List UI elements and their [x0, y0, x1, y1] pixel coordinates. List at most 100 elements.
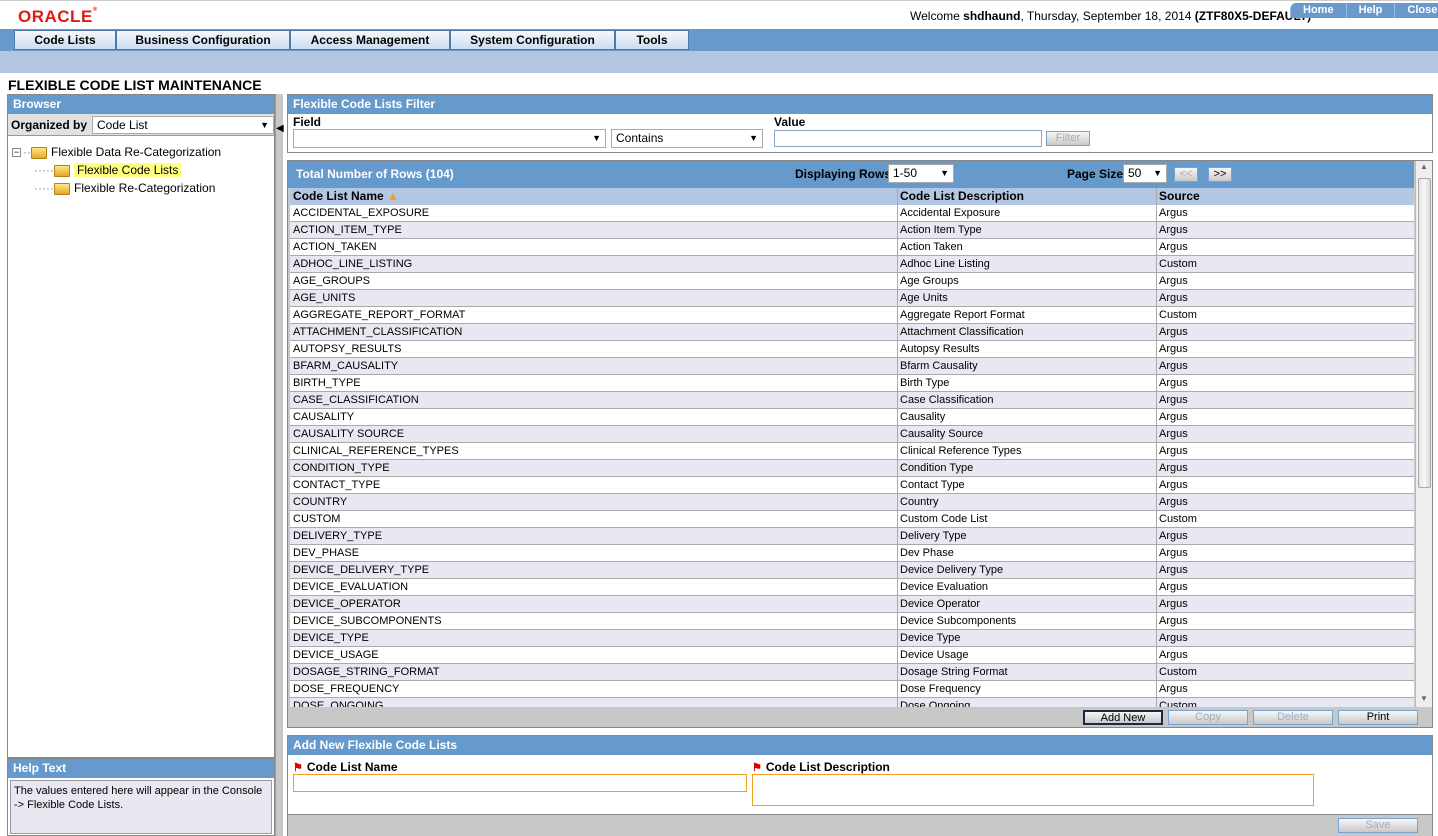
- table-row[interactable]: DOSE_ONGOING Dose Ongoing Custom: [290, 698, 1414, 707]
- code-list-name-cell: BIRTH_TYPE: [293, 377, 361, 389]
- home-link[interactable]: Home: [1290, 3, 1346, 18]
- table-row[interactable]: DOSE_FREQUENCY Dose Frequency Argus: [290, 681, 1414, 698]
- scroll-down-icon[interactable]: ▼: [1420, 694, 1428, 703]
- organized-by-label: Organized by: [11, 118, 88, 132]
- table-row[interactable]: ACCIDENTAL_EXPOSURE Accidental Exposure Ar…: [290, 205, 1414, 222]
- table-row[interactable]: CASE_CLASSIFICATION Case Classification Ar…: [290, 392, 1414, 409]
- copy-button[interactable]: Copy: [1168, 710, 1248, 725]
- table-row[interactable]: BIRTH_TYPE Birth Type Argus: [290, 375, 1414, 392]
- date-text: , Thursday, September 18, 2014: [1020, 9, 1195, 23]
- table-row[interactable]: AGE_UNITS Age Units Argus: [290, 290, 1414, 307]
- table-row[interactable]: AUTOPSY_RESULTS Autopsy Results Argus: [290, 341, 1414, 358]
- scroll-thumb[interactable]: [1418, 178, 1431, 488]
- value-label: Value: [774, 115, 806, 129]
- table-row[interactable]: ACTION_TAKEN Action Taken Argus: [290, 239, 1414, 256]
- tree-item-flexible-code-lists[interactable]: ····· Flexible Code Lists: [34, 163, 182, 177]
- code-list-name-cell: ACTION_ITEM_TYPE: [293, 224, 402, 236]
- code-list-description-cell: Delivery Type: [900, 530, 967, 542]
- menu-code-lists[interactable]: Code Lists: [14, 30, 116, 50]
- table-row[interactable]: DEVICE_SUBCOMPONENTS Device Subcomponents…: [290, 613, 1414, 630]
- table-row[interactable]: CUSTOM Custom Code List Custom: [290, 511, 1414, 528]
- panel-splitter[interactable]: [275, 94, 283, 836]
- print-button[interactable]: Print: [1338, 710, 1418, 725]
- sub-menu-bar: [0, 51, 1438, 73]
- code-list-description-cell: Dose Ongoing: [900, 700, 971, 707]
- required-flag-icon: ⚑: [752, 762, 762, 774]
- table-row[interactable]: DEVICE_DELIVERY_TYPE Device Delivery Type…: [290, 562, 1414, 579]
- table-row[interactable]: DEVICE_USAGE Device Usage Argus: [290, 647, 1414, 664]
- tree-item-label: Flexible Re-Categorization: [73, 181, 216, 195]
- table-row[interactable]: DOSAGE_STRING_FORMAT Dosage String Format…: [290, 664, 1414, 681]
- table-row[interactable]: CONDITION_TYPE Condition Type Argus: [290, 460, 1414, 477]
- table-row[interactable]: DEVICE_OPERATOR Device Operator Argus: [290, 596, 1414, 613]
- table-row[interactable]: ADHOC_LINE_LISTING Adhoc Line Listing Cust…: [290, 256, 1414, 273]
- code-list-description-cell: Action Taken: [900, 241, 963, 253]
- page-size-select[interactable]: 50 ▼: [1123, 164, 1167, 183]
- code-list-description-cell: Dosage String Format: [900, 666, 1008, 678]
- source-cell: Argus: [1159, 411, 1188, 423]
- collapse-left-icon[interactable]: ◀: [276, 123, 284, 134]
- code-list-name-cell: DEVICE_OPERATOR: [293, 598, 401, 610]
- source-cell: Argus: [1159, 377, 1188, 389]
- code-list-name-input[interactable]: [293, 774, 747, 792]
- code-list-name-cell: ADHOC_LINE_LISTING: [293, 258, 413, 270]
- table-row[interactable]: COUNTRY Country Argus: [290, 494, 1414, 511]
- help-link[interactable]: Help: [1345, 3, 1395, 18]
- source-cell: Argus: [1159, 275, 1188, 287]
- table-row[interactable]: DEVICE_EVALUATION Device Evaluation Argus: [290, 579, 1414, 596]
- column-header-source[interactable]: Source: [1159, 189, 1200, 203]
- table-row[interactable]: DEVICE_TYPE Device Type Argus: [290, 630, 1414, 647]
- table-row[interactable]: AGE_GROUPS Age Groups Argus: [290, 273, 1414, 290]
- top-links: Home Help Close: [1290, 3, 1438, 18]
- source-cell: Custom: [1159, 700, 1197, 707]
- source-cell: Argus: [1159, 632, 1188, 644]
- column-header-code-list-name[interactable]: Code List Name ▲: [293, 189, 399, 203]
- collapse-icon[interactable]: −: [12, 148, 21, 158]
- table-row[interactable]: ATTACHMENT_CLASSIFICATION Attachment Clas…: [290, 324, 1414, 341]
- table-row[interactable]: CAUSALITY SOURCE Causality Source Argus: [290, 426, 1414, 443]
- table-row[interactable]: AGGREGATE_REPORT_FORMAT Aggregate Report …: [290, 307, 1414, 324]
- next-page-button[interactable]: >>: [1208, 167, 1232, 182]
- add-new-button[interactable]: Add New: [1083, 710, 1163, 725]
- code-list-description-cell: Causality: [900, 411, 946, 423]
- code-list-description-cell: Dose Frequency: [900, 683, 981, 695]
- code-list-name-cell: ACCIDENTAL_EXPOSURE: [293, 207, 430, 219]
- source-cell: Argus: [1159, 649, 1188, 661]
- operator-select[interactable]: Contains ▼: [611, 129, 763, 148]
- grid-vertical-scrollbar[interactable]: ▲ ▼: [1415, 161, 1432, 707]
- organized-by-select[interactable]: Code List ▼: [92, 116, 274, 134]
- table-row[interactable]: CAUSALITY Causality Argus: [290, 409, 1414, 426]
- table-row[interactable]: DELIVERY_TYPE Delivery Type Argus: [290, 528, 1414, 545]
- field-select[interactable]: ▼: [293, 129, 606, 148]
- delete-button[interactable]: Delete: [1253, 710, 1333, 725]
- menu-tools[interactable]: Tools: [615, 30, 689, 50]
- column-header-code-list-description[interactable]: Code List Description: [900, 189, 1024, 203]
- code-list-description-input[interactable]: [752, 774, 1314, 806]
- table-row[interactable]: BFARM_CAUSALITY Bfarm Causality Argus: [290, 358, 1414, 375]
- code-list-description-cell: Clinical Reference Types: [900, 445, 1022, 457]
- source-cell: Argus: [1159, 496, 1188, 508]
- source-cell: Argus: [1159, 241, 1188, 253]
- scroll-up-icon[interactable]: ▲: [1420, 162, 1428, 171]
- close-link[interactable]: Close: [1394, 3, 1438, 18]
- save-button[interactable]: Save: [1338, 818, 1418, 833]
- filter-panel: Flexible Code Lists Filter Field ▼ Conta…: [287, 94, 1433, 153]
- code-list-description-label: ⚑ Code List Description: [752, 760, 890, 774]
- menu-business-configuration[interactable]: Business Configuration: [116, 30, 290, 50]
- previous-page-button[interactable]: <<: [1174, 167, 1198, 182]
- code-list-name-cell: ATTACHMENT_CLASSIFICATION: [293, 326, 463, 338]
- table-row[interactable]: CLINICAL_REFERENCE_TYPES Clinical Referen…: [290, 443, 1414, 460]
- table-row[interactable]: CONTACT_TYPE Contact Type Argus: [290, 477, 1414, 494]
- tree-item-flexible-data-recategorization[interactable]: − ·· Flexible Data Re-Categorization: [12, 145, 221, 159]
- table-row[interactable]: ACTION_ITEM_TYPE Action Item Type Argus: [290, 222, 1414, 239]
- source-cell: Argus: [1159, 343, 1188, 355]
- filter-button[interactable]: Filter: [1046, 131, 1090, 146]
- tree-item-flexible-recategorization[interactable]: ····· Flexible Re-Categorization: [34, 181, 215, 195]
- displaying-rows-select[interactable]: 1-50 ▼: [888, 164, 954, 183]
- page-title: FLEXIBLE CODE LIST MAINTENANCE: [8, 77, 262, 93]
- code-list-description-cell: Device Type: [900, 632, 961, 644]
- menu-system-configuration[interactable]: System Configuration: [450, 30, 615, 50]
- menu-access-management[interactable]: Access Management: [290, 30, 450, 50]
- value-input[interactable]: [774, 130, 1042, 147]
- table-row[interactable]: DEV_PHASE Dev Phase Argus: [290, 545, 1414, 562]
